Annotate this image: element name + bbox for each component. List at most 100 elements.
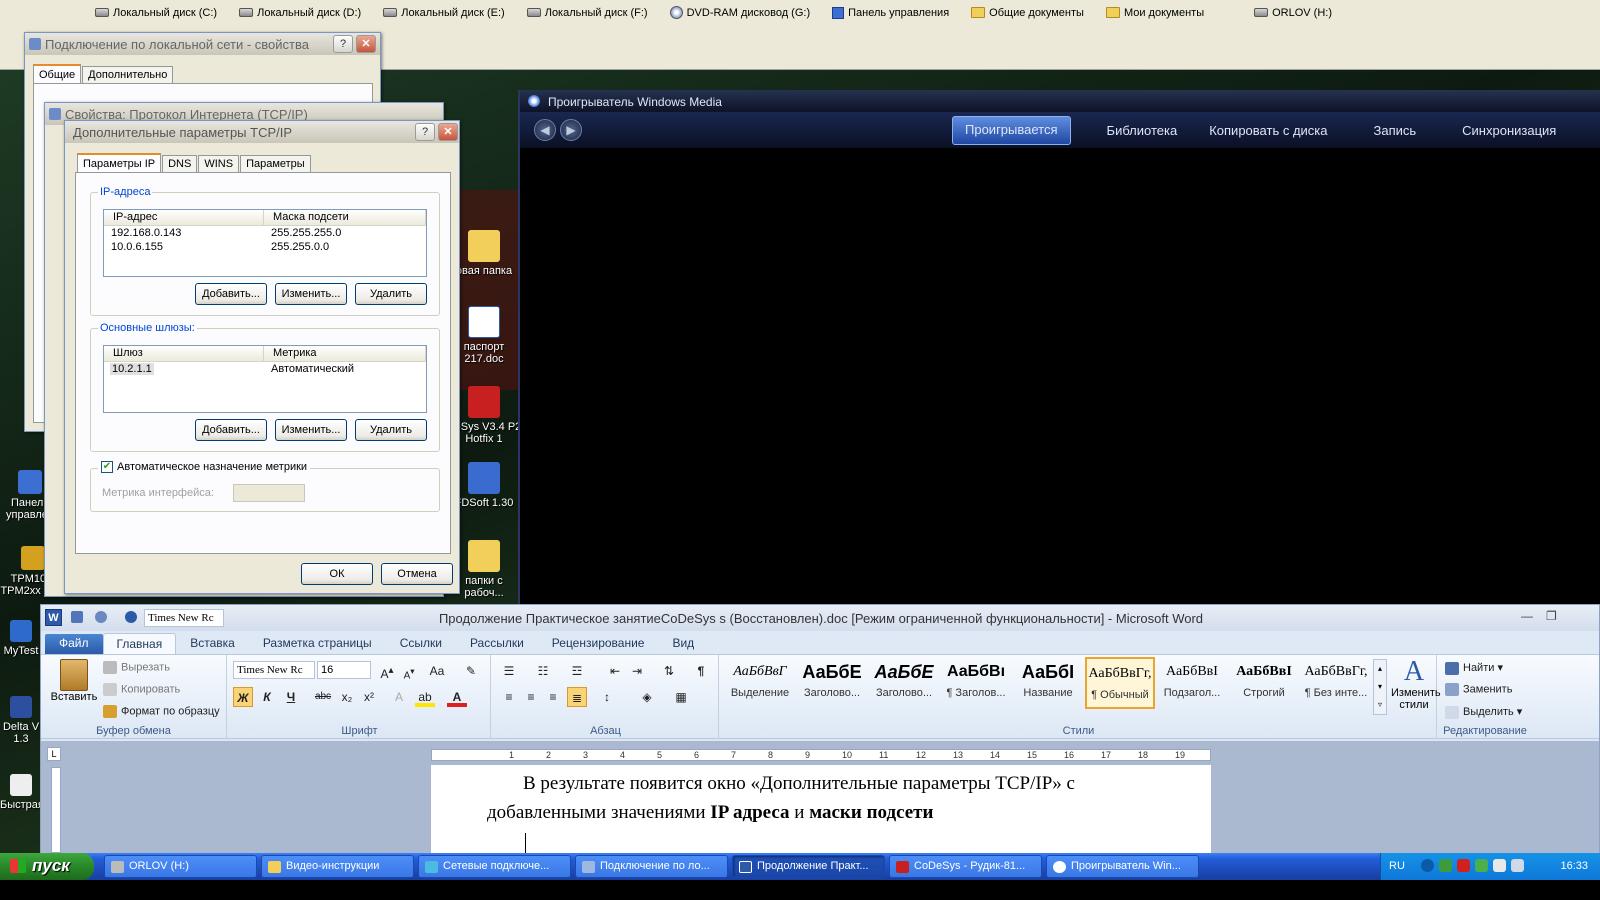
find-button[interactable]: Найти ▾	[1445, 661, 1503, 675]
tab-page-layout[interactable]: Разметка страницы	[249, 631, 386, 654]
link-my-docs[interactable]: Мои документы	[1105, 6, 1204, 19]
change-case-icon[interactable]: Aa	[427, 661, 447, 681]
column-header-gateway[interactable]: Шлюз	[104, 346, 264, 361]
media-player-video-area[interactable]	[520, 148, 1600, 605]
format-painter-button[interactable]: Формат по образцу	[103, 705, 220, 718]
wmp-tab-rip[interactable]: Копировать с диска	[1193, 116, 1343, 145]
column-header-mask[interactable]: Маска подсети	[264, 210, 426, 225]
numbering-icon[interactable]: ☷	[533, 661, 553, 681]
delete-gateway-button[interactable]: Удалить	[355, 419, 427, 441]
tab-mailings[interactable]: Рассылки	[456, 631, 538, 654]
forward-arrow-icon[interactable]: ▶	[560, 119, 582, 141]
link-drive-f[interactable]: Локальный диск (F:)	[526, 6, 648, 19]
align-center-icon[interactable]: ≡	[521, 687, 541, 707]
taskbar-item-video[interactable]: Видео-инструкции	[261, 855, 414, 878]
wmp-tab-burn[interactable]: Запись	[1344, 116, 1447, 145]
link-control-panel[interactable]: Панель управления	[832, 6, 949, 19]
interface-metric-input[interactable]	[233, 484, 305, 502]
tab-options[interactable]: Параметры	[240, 155, 311, 172]
link-dvd-g[interactable]: DVD-RAM дисковод (G:)	[669, 6, 810, 19]
wmp-tab-library[interactable]: Библиотека	[1091, 116, 1194, 145]
word-title-bar[interactable]: W Times New Rc Продолжение Практическое …	[41, 605, 1599, 631]
edit-ip-button[interactable]: Изменить...	[275, 283, 347, 305]
clock[interactable]: 16:33	[1560, 860, 1588, 872]
style-heading-3[interactable]: АаБбВı ¶ Заголов...	[941, 657, 1011, 709]
save-icon[interactable]	[71, 611, 83, 623]
style-emphasis[interactable]: АаБбВвГ Выделение	[725, 657, 795, 709]
taskbar-item-network[interactable]: Сетевые подключе...	[418, 855, 571, 878]
highlight-icon[interactable]: ab	[415, 687, 435, 707]
pilcrow-icon[interactable]: ¶	[691, 661, 711, 681]
select-button[interactable]: Выделить ▾	[1445, 705, 1522, 719]
tab-view[interactable]: Вид	[658, 631, 708, 654]
paste-button[interactable]: Вставить	[49, 659, 99, 703]
ruler-toggle-icon[interactable]: L	[47, 747, 61, 761]
language-indicator[interactable]: RU	[1389, 860, 1405, 872]
styles-scroll[interactable]: ▴ ▾ ▿	[1373, 659, 1387, 715]
close-button[interactable]: ✕	[356, 35, 376, 53]
link-drive-e[interactable]: Локальный диск (E:)	[383, 6, 505, 19]
bold-button[interactable]: Ж	[233, 687, 253, 707]
redo-icon[interactable]	[125, 611, 137, 623]
tab-advanced[interactable]: Дополнительно	[82, 66, 174, 83]
decrease-indent-icon[interactable]: ⇤	[605, 661, 625, 681]
help-button[interactable]: ?	[415, 123, 435, 141]
justify-icon[interactable]: ≣	[567, 687, 587, 707]
column-header-metric[interactable]: Метрика	[264, 346, 426, 361]
wmp-tab-sync[interactable]: Синхронизация	[1446, 116, 1572, 145]
align-right-icon[interactable]: ≡	[543, 687, 563, 707]
tray-arrow-icon[interactable]	[1421, 859, 1434, 872]
taskbar-item-word[interactable]: Продолжение Практ...	[732, 855, 885, 878]
style-strong[interactable]: АаБбВвI Строгий	[1229, 657, 1299, 709]
tab-insert[interactable]: Вставка	[176, 631, 249, 654]
desktop-icon-mytest[interactable]: MyTest	[0, 620, 42, 657]
undo-icon[interactable]	[95, 611, 107, 623]
bullets-icon[interactable]: ☰	[499, 661, 519, 681]
superscript-button[interactable]: x²	[359, 687, 379, 707]
desktop-icon-quick[interactable]: Быстрая	[0, 774, 44, 811]
edit-gateway-button[interactable]: Изменить...	[275, 419, 347, 441]
taskbar-item-media-player[interactable]: Проигрыватель Win...	[1046, 855, 1199, 878]
tray-volume-icon[interactable]	[1511, 859, 1524, 872]
font-color-icon[interactable]: A	[447, 687, 467, 707]
tray-app-icon[interactable]	[1475, 859, 1488, 872]
style-title[interactable]: АаБбI Название	[1013, 657, 1083, 709]
ip-address-list[interactable]: IP-адрес Маска подсети 192.168.0.143 255…	[103, 209, 427, 277]
add-gateway-button[interactable]: Добавить...	[195, 419, 267, 441]
media-player-titlebar[interactable]: Проигрыватель Windows Media	[520, 90, 1600, 112]
tab-file[interactable]: Файл	[45, 634, 103, 654]
link-drive-d[interactable]: Локальный диск (D:)	[239, 6, 361, 19]
strikethrough-button[interactable]: abc	[313, 687, 333, 707]
clear-format-icon[interactable]: ✎	[461, 661, 481, 681]
tab-dns[interactable]: DNS	[162, 155, 198, 172]
word-logo-icon[interactable]: W	[45, 609, 62, 626]
style-heading-1[interactable]: АаБбЕ Заголово...	[797, 657, 867, 709]
italic-button[interactable]: К	[257, 687, 277, 707]
horizontal-ruler[interactable]: 1 2 3 4 5 6 7 8 9 10 11 12 13 14 15 16 17 18 19	[431, 749, 1211, 761]
close-button[interactable]: ✕	[438, 123, 458, 141]
subscript-button[interactable]: x₂	[337, 687, 357, 707]
auto-metric-checkbox[interactable]: ✔	[101, 461, 113, 473]
ip-row[interactable]: 10.0.6.155 255.255.0.0	[104, 240, 426, 254]
taskbar-item-lan[interactable]: Подключение по ло...	[575, 855, 728, 878]
restore-icon[interactable]: ❐	[1546, 609, 1557, 623]
auto-metric-checkbox-row[interactable]: ✔ Автоматическое назначение метрики	[98, 461, 311, 473]
gateway-row[interactable]: 10.2.1.1 Автоматический	[104, 362, 426, 376]
tray-app-icon[interactable]	[1439, 859, 1452, 872]
start-button[interactable]: пуск	[0, 853, 94, 880]
ok-button[interactable]: ОК	[301, 563, 373, 585]
link-drive-h[interactable]: ORLOV (H:)	[1254, 6, 1332, 19]
style-normal[interactable]: АаБбВвГг, ¶ Обычный	[1085, 657, 1155, 709]
tray-antivirus-icon[interactable]	[1457, 859, 1470, 872]
document-page[interactable]: В результате появится окно «Дополнительн…	[431, 765, 1211, 855]
shading-icon[interactable]: ◈	[637, 687, 657, 707]
help-button[interactable]: ?	[333, 35, 353, 53]
replace-button[interactable]: Заменить	[1445, 683, 1512, 696]
copy-button[interactable]: Копировать	[103, 683, 180, 696]
advanced-tcpip-titlebar[interactable]: Дополнительные параметры TCP/IP ? ✕	[65, 121, 459, 143]
grow-font-icon[interactable]: A▴	[377, 661, 397, 681]
ip-row[interactable]: 192.168.0.143 255.255.255.0	[104, 226, 426, 240]
delete-ip-button[interactable]: Удалить	[355, 283, 427, 305]
taskbar-item-codesys[interactable]: CoDeSys - Рудик-81...	[889, 855, 1042, 878]
tab-home[interactable]: Главная	[102, 633, 177, 654]
